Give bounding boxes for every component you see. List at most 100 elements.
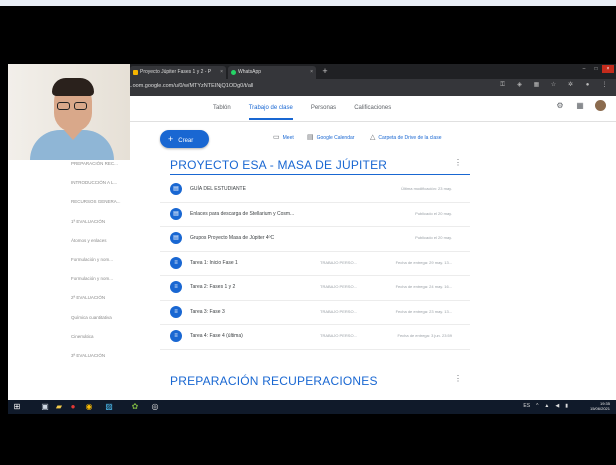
maximize-icon[interactable]: □ bbox=[590, 65, 602, 73]
topic-title: PREPARACIÓN RECUPERACIONES bbox=[170, 374, 378, 388]
language-indicator[interactable]: ES bbox=[523, 403, 530, 409]
calendar-link[interactable]: ▤ Google Calendar bbox=[307, 133, 354, 143]
list-item[interactable]: ≡ Tarea 1: Inicio Fase 1 TRABAJO PERSO..… bbox=[160, 252, 470, 276]
avatar[interactable] bbox=[595, 100, 606, 111]
item-title: GUÍA DEL ESTUDIANTE bbox=[190, 186, 246, 192]
tab-people[interactable]: Personas bbox=[311, 102, 336, 120]
close-window-icon[interactable]: × bbox=[602, 65, 614, 73]
calendar-icon: ▤ bbox=[307, 134, 314, 141]
windows-start-icon[interactable]: ⊞ bbox=[12, 402, 22, 412]
plus-icon: + bbox=[168, 134, 174, 144]
obs-icon[interactable]: ◎ bbox=[150, 402, 160, 412]
chevron-up-icon[interactable]: ^ bbox=[536, 403, 538, 409]
list-item[interactable]: ≡ Tarea 3: Fase 3 TRABAJO PERSO... Fecha… bbox=[160, 301, 470, 325]
create-button[interactable]: + Crear bbox=[160, 130, 209, 148]
sidebar-item[interactable]: Formulación y nom... bbox=[71, 257, 113, 262]
item-meta: Publicado el 20 may. bbox=[415, 210, 452, 216]
system-tray: ES ^ ▲ ◀ ▮ bbox=[523, 403, 568, 409]
grid-extension-icon[interactable]: ▦ bbox=[533, 82, 540, 89]
sidebar-item[interactable]: Átomos y enlaces bbox=[71, 238, 107, 243]
profile-icon[interactable]: ● bbox=[584, 82, 591, 89]
sidebar-item[interactable]: RECURSOS GENERA... bbox=[71, 199, 121, 204]
bookmark-star-icon[interactable]: ☆ bbox=[550, 82, 557, 89]
menu-dots-icon[interactable]: ⋮ bbox=[601, 82, 608, 89]
file-explorer-icon[interactable]: ▰ bbox=[54, 402, 64, 412]
material-icon: ▤ bbox=[170, 232, 182, 244]
tab-grades[interactable]: Calificaciones bbox=[354, 102, 391, 120]
more-vert-icon[interactable]: ⋮ bbox=[454, 374, 462, 383]
extension-icon[interactable]: ◈ bbox=[516, 82, 523, 89]
webcam-overlay bbox=[8, 64, 130, 160]
chrome-icon[interactable]: ◉ bbox=[84, 402, 94, 412]
header-actions: ⚙ ▦ bbox=[555, 100, 606, 111]
tab-classwork[interactable]: Trabajo de clase bbox=[248, 102, 293, 120]
sidebar-item[interactable]: INTRODUCCIÓN A L... bbox=[71, 180, 117, 185]
topic-title: PROYECTO ESA - MASA DE JÚPITER bbox=[170, 158, 388, 172]
tab-classroom[interactable]: Proyecto Júpiter Fases 1 y 2 - P × bbox=[130, 66, 226, 79]
presenter-hair bbox=[52, 78, 94, 96]
opera-icon[interactable]: ● bbox=[68, 402, 78, 412]
close-icon[interactable]: × bbox=[220, 66, 223, 79]
network-icon[interactable]: ▲ bbox=[544, 403, 549, 409]
meet-link[interactable]: ▭ Meet bbox=[273, 133, 294, 143]
topic-divider bbox=[170, 174, 470, 175]
sidebar-item[interactable]: Cinemática bbox=[71, 334, 94, 339]
sidebar-item[interactable]: 1ª EVALUACIÓN bbox=[71, 219, 105, 224]
presenter-glasses bbox=[57, 102, 89, 110]
sidebar-item[interactable]: 2ª EVALUACIÓN bbox=[71, 295, 105, 300]
topic-section: PREPARACIÓN RECUPERACIONES ⋮ bbox=[170, 372, 470, 390]
notification-icon[interactable]: ▮ bbox=[565, 403, 568, 409]
apps-grid-icon[interactable]: ▦ bbox=[575, 101, 585, 110]
item-title: Tarea 2: Fases 1 y 2 bbox=[190, 284, 236, 290]
assignment-icon: ≡ bbox=[170, 281, 182, 293]
app-icon[interactable]: ✿ bbox=[130, 402, 140, 412]
material-icon: ▤ bbox=[170, 207, 182, 220]
url-field[interactable]: ...oom.google.com/u/0/w/MTYzNTEINjQ1ODg0… bbox=[128, 83, 253, 89]
puzzle-icon[interactable]: ✲ bbox=[567, 82, 574, 89]
topics-sidebar: Todos los temas PROYECTO ESA - M... PREP… bbox=[8, 122, 158, 400]
new-tab-button[interactable]: + bbox=[320, 67, 330, 77]
list-item[interactable]: ▤ Enlaces para descarga de Stellarium y … bbox=[160, 203, 470, 227]
more-vert-icon[interactable]: ⋮ bbox=[454, 158, 462, 167]
tab-stream[interactable]: Tablón bbox=[213, 102, 231, 120]
list-item[interactable]: ▤ GUÍA DEL ESTUDIANTE Última modificació… bbox=[160, 178, 470, 203]
sidebar-item[interactable]: PREPARACIÓN REC... bbox=[71, 161, 118, 166]
calendar-label: Google Calendar bbox=[316, 135, 355, 141]
tab-label: WhatsApp bbox=[238, 69, 262, 75]
top-strip bbox=[0, 0, 616, 6]
item-due: Fecha de entrega: 24 may. 16... bbox=[395, 284, 452, 289]
window-controls: – □ × bbox=[578, 65, 614, 73]
item-category: TRABAJO PERSO... bbox=[320, 333, 357, 338]
item-title: Tarea 3: Fase 3 bbox=[190, 308, 225, 315]
list-item[interactable]: ≡ Tarea 2: Fases 1 y 2 TRABAJO PERSO... … bbox=[160, 276, 470, 301]
sidebar-item[interactable]: Formulación y nom... bbox=[71, 276, 113, 281]
photos-icon[interactable]: ▨ bbox=[104, 402, 114, 412]
item-category: TRABAJO PERSO... bbox=[320, 284, 357, 289]
sidebar-item[interactable]: 3ª EVALUACIÓN bbox=[71, 353, 105, 358]
extension-icons: ⚿ ◈ ▦ ☆ ✲ ● ⋮ bbox=[499, 82, 608, 89]
volume-icon[interactable]: ◀ bbox=[555, 403, 559, 409]
key-icon[interactable]: ⚿ bbox=[499, 82, 506, 89]
sidebar-item[interactable]: Química cuantitativa bbox=[71, 315, 112, 320]
tab-label: Proyecto Júpiter Fases 1 y 2 - P bbox=[140, 69, 212, 75]
clock[interactable]: 19:35 15/06/2021 bbox=[590, 401, 610, 411]
item-due: Fecha de entrega: 29 may. 13... bbox=[395, 259, 452, 265]
item-due: Fecha de entrega: 23 may. 13... bbox=[395, 308, 452, 314]
minimize-icon[interactable]: – bbox=[578, 65, 590, 73]
task-view-icon[interactable]: ▣ bbox=[40, 402, 50, 412]
list-item[interactable]: ≡ Tarea 4: Fase 4 (última) TRABAJO PERSO… bbox=[160, 325, 470, 350]
create-label: Crear bbox=[178, 138, 194, 144]
close-icon[interactable]: × bbox=[310, 66, 313, 79]
item-due: Fecha de entrega: 3 jun. 23:59 bbox=[397, 333, 452, 338]
classroom-tab-icon bbox=[133, 70, 138, 75]
tab-whatsapp[interactable]: WhatsApp × bbox=[228, 66, 316, 79]
action-row: + Crear ▭ Meet ▤ Google Calendar △ Carpeta d… bbox=[160, 130, 470, 148]
drive-folder-link[interactable]: △ Carpeta de Drive de la clase bbox=[370, 133, 441, 143]
gear-icon[interactable]: ⚙ bbox=[555, 101, 565, 110]
classroom-nav-tabs: Tablón Trabajo de clase Personas Calific… bbox=[213, 102, 391, 120]
clock-date: 15/06/2021 bbox=[589, 406, 610, 411]
assignment-icon: ≡ bbox=[170, 256, 182, 269]
drive-icon: △ bbox=[370, 134, 376, 141]
taskbar: ⊞ ▣ ▰ ● ◉ ▨ ✿ ◎ ES ^ ▲ ◀ ▮ 19:35 15/06/2… bbox=[8, 400, 616, 414]
list-item[interactable]: ▤ Grupos Proyecto Masa de Júpiter 4ºC Pu… bbox=[160, 227, 470, 252]
